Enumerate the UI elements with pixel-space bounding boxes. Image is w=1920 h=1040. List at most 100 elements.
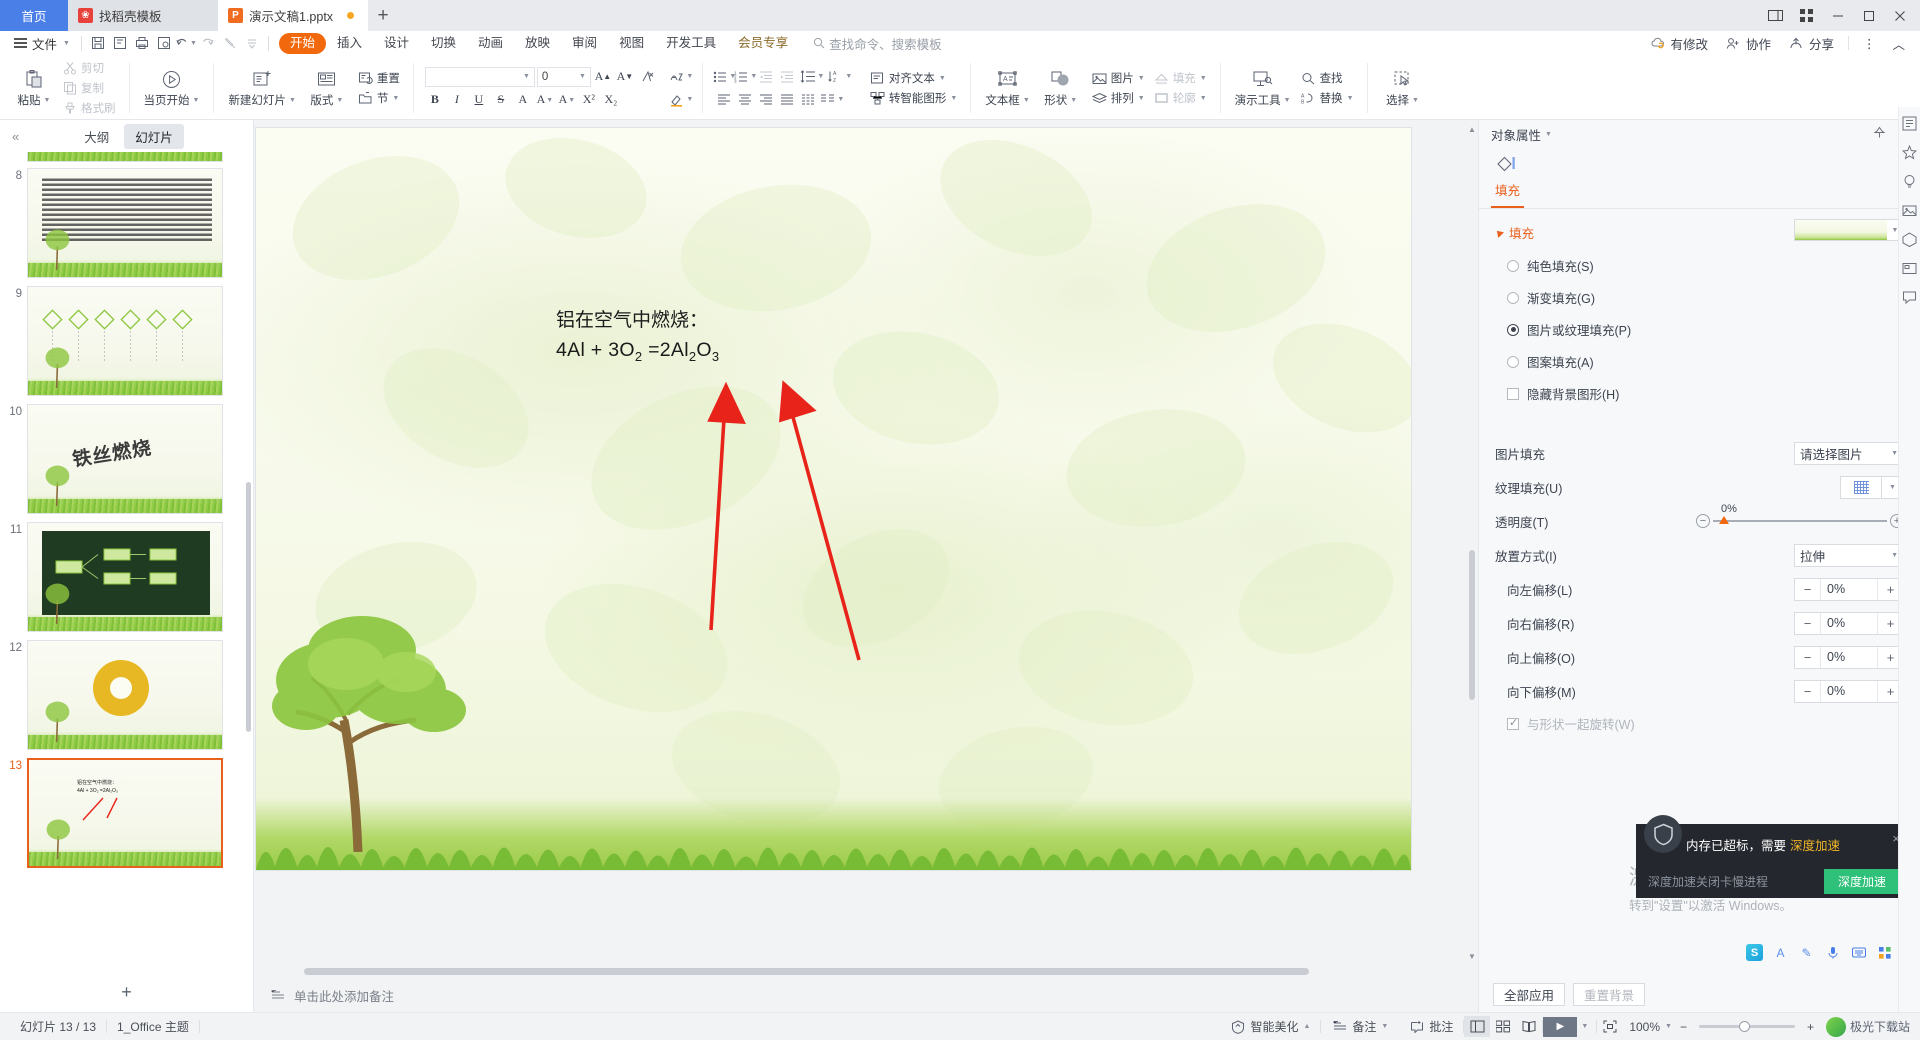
collapse-ribbon-button[interactable]: ︿ xyxy=(1885,32,1912,55)
increase-font-size-button[interactable]: A ▲ xyxy=(593,67,613,87)
slide-horizontal-scrollbar[interactable] xyxy=(268,965,1464,978)
customize-quick-access-icon[interactable] xyxy=(241,33,263,53)
checkbox-rotate-with-shape[interactable] xyxy=(1507,716,1519,730)
zoom-slider[interactable] xyxy=(1698,1021,1795,1032)
thumbnail-slide-13[interactable]: 13 铝在空气中燃烧： 4Al + 3O₂ =2Al₂O₃ xyxy=(0,754,253,872)
strikethrough-button[interactable]: S xyxy=(491,90,511,110)
new-tab-button[interactable]: + xyxy=(368,0,398,31)
fit-slide-icon[interactable] xyxy=(1597,1016,1623,1037)
properties-rail-icon[interactable] xyxy=(1902,115,1918,131)
radio-picture-texture[interactable] xyxy=(1507,323,1519,336)
paste-button[interactable]: 粘贴 ▼ xyxy=(11,57,57,119)
wordart-button[interactable]: ▼ xyxy=(670,67,693,87)
play-from-here-button[interactable]: 当页开始 ▼ xyxy=(139,57,205,119)
thumbnail-slide-11[interactable]: 11 xyxy=(0,518,253,636)
print-icon[interactable] xyxy=(131,33,153,53)
columns-button[interactable]: ▼ xyxy=(819,90,845,110)
tab-developer[interactable]: 开发工具 xyxy=(655,33,727,54)
offset-left-stepper[interactable]: − 0% + xyxy=(1794,577,1904,601)
file-menu-button[interactable]: 文件 ▼ xyxy=(8,34,76,53)
sync-status-button[interactable]: 有修改 xyxy=(1642,32,1715,55)
thumbnail-slide-10[interactable]: 10 铁丝燃烧 xyxy=(0,400,253,518)
save-icon[interactable] xyxy=(87,33,109,53)
bold-button[interactable]: B xyxy=(425,90,445,110)
ime-toolbar[interactable]: S A ✎ xyxy=(1746,944,1893,961)
text-shadow-button[interactable]: A xyxy=(513,90,533,110)
slide-sorter-icon[interactable] xyxy=(1490,1016,1516,1037)
chevron-double-left-icon[interactable]: « xyxy=(12,129,19,144)
slider-track[interactable]: 0% xyxy=(1713,503,1887,524)
toast-action-button[interactable]: 深度加速 xyxy=(1823,868,1900,894)
tab-presentation1[interactable]: P 演示文稿1.pptx xyxy=(218,0,368,31)
copy-button[interactable]: 复制 xyxy=(57,79,120,98)
align-text-button[interactable]: 对齐文本 ▼ xyxy=(865,69,961,88)
thumbnail-slide-9[interactable]: 9 xyxy=(0,282,253,400)
select-button[interactable]: 选择 ▼ xyxy=(1377,57,1429,119)
hide-background-graphics-row[interactable]: 隐藏背景图形(H) xyxy=(1495,384,1904,403)
slider-thumb[interactable] xyxy=(1719,516,1729,524)
apply-all-button[interactable]: 全部应用 xyxy=(1493,982,1566,1006)
reset-button[interactable]: 重置 xyxy=(353,69,404,88)
slide-rail-icon[interactable] xyxy=(1902,260,1918,276)
maximize-icon[interactable] xyxy=(1854,0,1883,31)
zoom-in-button[interactable]: + xyxy=(1803,1020,1818,1034)
font-family-select[interactable]: ▼ xyxy=(424,66,535,87)
fill-option-pattern[interactable]: 图案填充(A) xyxy=(1495,352,1904,371)
feedback-rail-icon[interactable] xyxy=(1902,289,1918,305)
character-spacing-button[interactable]: A ▼ xyxy=(535,90,555,110)
close-icon[interactable] xyxy=(1885,0,1914,31)
tab-start[interactable]: 开始 xyxy=(278,32,326,54)
decrease-indent-button[interactable] xyxy=(756,67,776,87)
add-slide-button[interactable]: + xyxy=(0,972,253,1012)
thumbnail-slide-12[interactable]: 12 xyxy=(0,636,253,754)
tab-slideshow[interactable]: 放映 xyxy=(514,33,561,54)
subscript-button[interactable]: X₂ xyxy=(601,90,621,110)
cut-button[interactable]: 剪切 xyxy=(57,59,120,78)
undo-icon[interactable]: ▼ xyxy=(175,33,197,53)
convert-to-smartart-button[interactable]: 转智能图形 ▼ xyxy=(865,89,961,108)
offset-right-stepper[interactable]: − 0% + xyxy=(1794,611,1904,635)
align-left-button[interactable] xyxy=(714,90,734,110)
scrollbar-thumb[interactable] xyxy=(304,968,1309,975)
zoom-level-button[interactable]: 100% ▼ xyxy=(1623,1020,1676,1034)
keyboard-icon[interactable] xyxy=(1850,944,1867,961)
geometry-rail-icon[interactable] xyxy=(1902,231,1918,247)
radio-solid[interactable] xyxy=(1507,259,1519,272)
slide-vertical-scrollbar[interactable]: ▲ ▼ xyxy=(1466,120,1478,965)
tab-find-template[interactable]: ❀ 找稻壳模板 xyxy=(68,0,218,31)
line-spacing-button[interactable]: ▼ xyxy=(798,67,826,87)
picture-button[interactable]: 图片 ▼ xyxy=(1087,69,1149,88)
tab-view[interactable]: 视图 xyxy=(608,33,655,54)
decrement-icon[interactable]: − xyxy=(1795,646,1821,668)
redo-icon[interactable] xyxy=(197,33,219,53)
decrement-icon[interactable]: − xyxy=(1795,680,1821,702)
sogou-ime-icon[interactable]: S xyxy=(1746,944,1763,961)
mic-icon[interactable] xyxy=(1824,944,1841,961)
tab-member[interactable]: 会员专享 xyxy=(727,33,799,54)
save-as-icon[interactable] xyxy=(109,33,131,53)
minimize-icon[interactable] xyxy=(1823,0,1852,31)
number-list-button[interactable]: 1 2 3 ▼ xyxy=(734,67,757,87)
grid-icon[interactable] xyxy=(1792,0,1821,31)
animation-rail-icon[interactable] xyxy=(1902,144,1918,160)
textbox-button[interactable]: A 文本框 ▼ xyxy=(980,57,1034,119)
thumbnail-list[interactable]: 8 9 10 铁丝燃烧 11 12 13 铝在空气中燃烧： 4Al + 3O₂ … xyxy=(0,152,253,972)
arrange-button[interactable]: 排列 ▼ xyxy=(1087,89,1149,108)
placement-select[interactable]: 拉伸 ▼ xyxy=(1794,543,1904,567)
fill-option-gradient[interactable]: 渐变填充(G) xyxy=(1495,288,1904,307)
zoom-out-button[interactable]: − xyxy=(1676,1020,1691,1034)
checkbox-hide-background[interactable] xyxy=(1507,387,1519,400)
print-preview-icon[interactable] xyxy=(153,33,175,53)
distribute-button[interactable] xyxy=(798,90,818,110)
justify-button[interactable] xyxy=(777,90,797,110)
share-button[interactable]: 分享 xyxy=(1781,32,1841,55)
align-right-button[interactable] xyxy=(756,90,776,110)
picture-fill-select[interactable]: 请选择图片 ▼ xyxy=(1794,441,1904,465)
tab-animation[interactable]: 动画 xyxy=(467,33,514,54)
reading-view-icon[interactable] xyxy=(1516,1016,1542,1037)
format-painter-icon[interactable] xyxy=(219,33,241,53)
chevron-down-icon[interactable]: ▼ xyxy=(190,40,197,47)
transparency-decrease-icon[interactable]: − xyxy=(1696,514,1710,528)
outline-button[interactable]: 轮廓 ▼ xyxy=(1149,89,1211,108)
clear-formatting-button[interactable] xyxy=(637,67,657,87)
